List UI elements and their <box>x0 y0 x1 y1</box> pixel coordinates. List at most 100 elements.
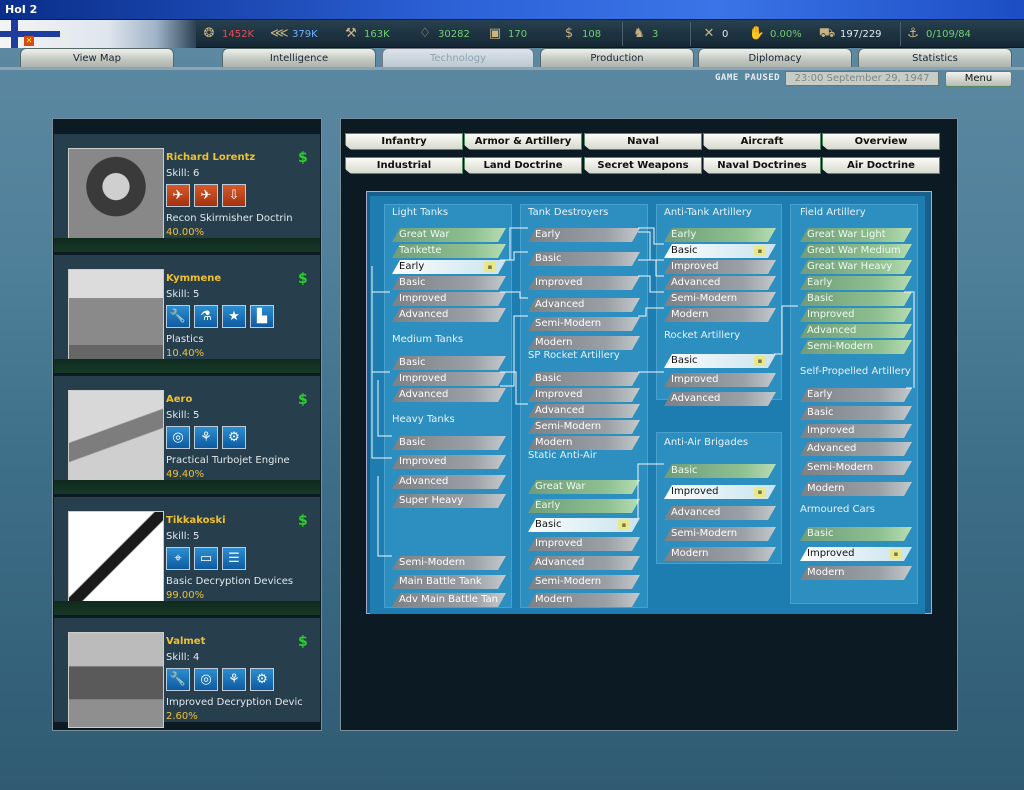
tech-item[interactable]: Semi-Modern <box>800 461 912 475</box>
tech-item[interactable]: Super Heavy <box>392 494 506 508</box>
tech-item[interactable]: Improved <box>392 455 506 469</box>
resource-manpower[interactable]: ♞ 3 <box>630 25 658 43</box>
tech-item[interactable]: Semi-Modern <box>664 292 776 306</box>
category-industrial[interactable]: Industrial <box>345 157 463 174</box>
tech-item[interactable]: Improved <box>528 537 640 551</box>
tech-item[interactable]: Advanced <box>664 392 776 406</box>
tech-item[interactable]: Early <box>800 388 912 402</box>
tech-item[interactable]: Advanced <box>528 298 640 312</box>
resource-supplies[interactable]: ▣ 170 <box>486 25 527 43</box>
category-infantry[interactable]: Infantry <box>345 133 463 150</box>
resource-gear[interactable]: ❂ 1452K <box>200 25 254 43</box>
tech-item[interactable]: Early <box>664 228 776 242</box>
tech-item[interactable]: Main Battle Tank <box>392 575 506 589</box>
resource-crane[interactable]: ⚒ 163K <box>342 25 389 43</box>
tech-item[interactable]: Early ▪ <box>392 260 506 274</box>
tech-item[interactable]: Basic <box>392 436 506 450</box>
tech-item[interactable]: Improved <box>528 388 640 402</box>
tech-item[interactable]: Basic <box>392 276 506 290</box>
resource-metal[interactable]: ⋘ 379K <box>270 25 318 43</box>
tech-item[interactable]: Early <box>800 276 912 290</box>
category-naval-doctrines[interactable]: Naval Doctrines <box>703 157 821 174</box>
tech-item[interactable]: Semi-Modern <box>528 420 640 434</box>
tech-item[interactable]: Advanced <box>800 442 912 456</box>
category-armor-artillery[interactable]: Armor & Artillery <box>464 133 582 150</box>
tech-item[interactable]: Improved ▪ <box>800 547 912 561</box>
tech-item[interactable]: Modern <box>664 547 776 561</box>
tech-item[interactable]: Advanced <box>664 506 776 520</box>
tech-item[interactable]: Improved <box>800 308 912 322</box>
tech-item[interactable]: Semi-Modern <box>528 575 640 589</box>
tech-item[interactable]: Improved <box>664 373 776 387</box>
bulb-icon: ◎ <box>194 668 218 691</box>
wrench-icon: 🔧 <box>166 668 190 691</box>
resource-separator <box>900 22 901 46</box>
category-secret-weapons[interactable]: Secret Weapons <box>584 157 702 174</box>
tech-item[interactable]: Advanced <box>800 324 912 338</box>
tech-item[interactable]: Great War <box>392 228 506 242</box>
tech-item[interactable]: Advanced <box>392 475 506 489</box>
tech-item[interactable]: Early <box>528 499 640 513</box>
tech-item[interactable]: Basic <box>800 406 912 420</box>
tech-item[interactable]: Basic <box>664 464 776 478</box>
tech-item[interactable]: Improved <box>392 292 506 306</box>
tech-item[interactable]: Great War Heavy <box>800 260 912 274</box>
category-aircraft[interactable]: Aircraft <box>703 133 821 150</box>
country-flag[interactable]: ✕ <box>0 20 196 48</box>
tech-item[interactable]: Great War Medium <box>800 244 912 258</box>
resource-transport[interactable]: ✕ 0 <box>700 25 729 43</box>
resource-convoy[interactable]: ⛟ 197/229 <box>818 25 882 43</box>
tech-item[interactable]: Basic ▪ <box>528 518 640 532</box>
tech-item[interactable]: Basic <box>392 356 506 370</box>
tech-item[interactable]: Advanced <box>392 388 506 402</box>
tech-item[interactable]: Great War <box>528 480 640 494</box>
research-team-card[interactable]: Valmet Skill: 4 $ 🔧 ◎ ⚘ ⚙ Improved Decrypti… <box>54 618 320 728</box>
tech-item[interactable]: Modern <box>528 436 640 450</box>
category-air-doctrine[interactable]: Air Doctrine <box>822 157 940 174</box>
resource-dissent[interactable]: ✋ 0.00% <box>748 25 802 43</box>
menu-button[interactable]: Menu <box>945 71 1012 87</box>
tech-item[interactable]: Semi-Modern <box>664 527 776 541</box>
tech-item[interactable]: Great War Light <box>800 228 912 242</box>
tech-item[interactable]: Improved <box>664 260 776 274</box>
tech-item[interactable]: Semi-Modern <box>392 556 506 570</box>
tech-item[interactable]: Basic <box>528 372 640 386</box>
researching-icon: ▪ <box>754 246 766 256</box>
tech-item[interactable]: Improved ▪ <box>664 485 776 499</box>
tech-item[interactable]: Semi-Modern <box>800 340 912 354</box>
tech-item[interactable]: Early <box>528 228 640 242</box>
tech-item[interactable]: Advanced <box>664 276 776 290</box>
tech-item[interactable]: Improved <box>392 372 506 386</box>
tech-item[interactable]: Basic <box>528 252 640 266</box>
tech-item[interactable]: Improved <box>528 276 640 290</box>
tech-item[interactable]: Modern <box>800 566 912 580</box>
tech-item[interactable]: Modern <box>528 593 640 607</box>
tech-group-title: Field Artillery <box>800 207 866 218</box>
category-naval[interactable]: Naval <box>584 133 702 150</box>
team-photo <box>68 632 164 728</box>
research-team-card[interactable]: Kymmene Skill: 5 $ 🔧 ⚗ ★ ▙ Plastics 10.40% <box>54 255 320 365</box>
tech-item[interactable]: Advanced <box>528 404 640 418</box>
resource-money[interactable]: $108 <box>560 25 601 43</box>
research-team-card[interactable]: Richard Lorentz Skill: 6 $ ✈ ✈ ⇩ Recon Ski… <box>54 134 320 244</box>
research-team-card[interactable]: Aero Skill: 5 $ ◎ ⚘ ⚙ Practical Turbojet E… <box>54 376 320 486</box>
research-team-card[interactable]: Tikkakoski Skill: 5 $ ⌖ ▭ ☰ Basic Decrypti… <box>54 497 320 607</box>
tech-item[interactable]: Basic <box>800 292 912 306</box>
tech-item[interactable]: Adv Main Battle Tan <box>392 593 506 607</box>
tech-group-title: Anti-Air Brigades <box>664 437 749 448</box>
tech-item[interactable]: Improved <box>800 424 912 438</box>
tech-item[interactable]: Advanced <box>392 308 506 322</box>
tech-item[interactable]: Basic <box>800 527 912 541</box>
tech-item[interactable]: Modern <box>528 336 640 350</box>
category-land-doctrine[interactable]: Land Doctrine <box>464 157 582 174</box>
tech-item[interactable]: Advanced <box>528 556 640 570</box>
tech-item[interactable]: Modern <box>664 308 776 322</box>
tech-item[interactable]: Tankette <box>392 244 506 258</box>
category-overview[interactable]: Overview <box>822 133 940 150</box>
tech-item[interactable]: Modern <box>800 482 912 496</box>
resource-oil[interactable]: ♢ 30282 <box>416 25 470 43</box>
tech-item[interactable]: Basic ▪ <box>664 244 776 258</box>
tech-item[interactable]: Basic ▪ <box>664 354 776 368</box>
resource-escort[interactable]: ⚓ 0/109/84 <box>904 25 971 43</box>
tech-item[interactable]: Semi-Modern <box>528 317 640 331</box>
